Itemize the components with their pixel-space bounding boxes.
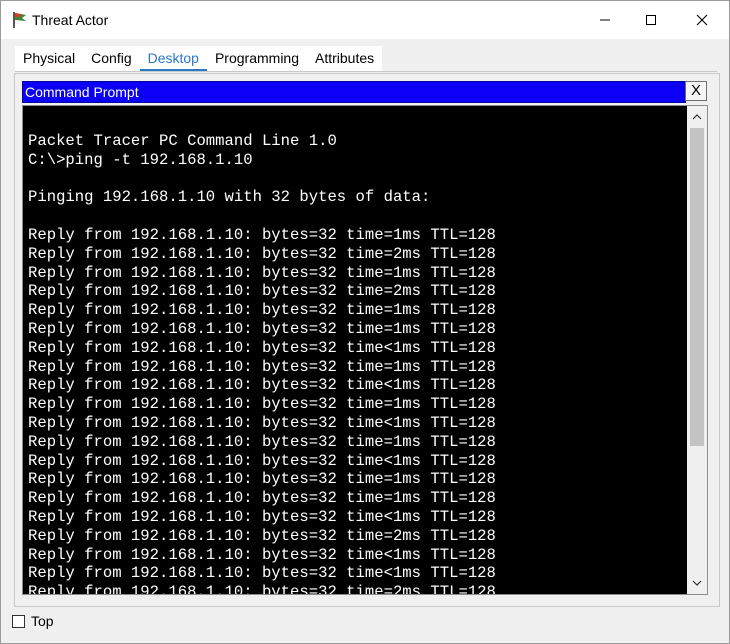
terminal-text: Packet Tracer PC Command Line 1.0 C:\>pi… — [23, 106, 687, 594]
top-checkbox[interactable] — [12, 615, 25, 628]
terminal-line: Reply from 192.168.1.10: bytes=32 time=2… — [28, 526, 496, 545]
terminal-line: Pinging 192.168.1.10 with 32 bytes of da… — [28, 188, 431, 207]
terminal-line: Reply from 192.168.1.10: bytes=32 time=2… — [28, 583, 496, 594]
terminal-line: Reply from 192.168.1.10: bytes=32 time<1… — [28, 413, 496, 432]
terminal-output[interactable]: Packet Tracer PC Command Line 1.0 C:\>pi… — [23, 106, 687, 594]
maximize-button[interactable] — [628, 1, 674, 39]
terminal-line: Reply from 192.168.1.10: bytes=32 time=1… — [28, 225, 496, 244]
terminal-line: Reply from 192.168.1.10: bytes=32 time<1… — [28, 564, 496, 583]
terminal-line: Reply from 192.168.1.10: bytes=32 time=1… — [28, 489, 496, 508]
terminal-line: Packet Tracer PC Command Line 1.0 — [28, 132, 337, 150]
terminal-line: Reply from 192.168.1.10: bytes=32 time=1… — [28, 357, 496, 376]
close-window-button[interactable] — [679, 1, 725, 39]
terminal-line: Reply from 192.168.1.10: bytes=32 time=1… — [28, 395, 496, 414]
minimize-icon — [600, 19, 610, 21]
terminal-line: Reply from 192.168.1.10: bytes=32 time=1… — [28, 432, 496, 451]
chevron-up-icon — [692, 114, 702, 120]
terminal-line: Reply from 192.168.1.10: bytes=32 time=2… — [28, 282, 496, 301]
terminal-line: C:\>ping -t 192.168.1.10 — [28, 150, 253, 169]
tab-config[interactable]: Config — [83, 46, 140, 71]
tab-programming[interactable]: Programming — [206, 46, 307, 71]
tab-attributes[interactable]: Attributes — [307, 46, 383, 71]
tab-bar: Physical Config Desktop Programming Attr… — [15, 46, 383, 72]
app-window: Threat Actor Physical Config Desktop Pro… — [0, 0, 730, 644]
terminal-line: Reply from 192.168.1.10: bytes=32 time=2… — [28, 244, 496, 263]
tab-divider — [15, 71, 717, 72]
terminal-scrollbar[interactable] — [687, 106, 707, 594]
terminal-container: Packet Tracer PC Command Line 1.0 C:\>pi… — [22, 105, 708, 595]
terminal-line: Reply from 192.168.1.10: bytes=32 time=1… — [28, 319, 496, 338]
maximize-icon — [646, 15, 656, 25]
packet-tracer-icon — [13, 12, 26, 28]
scroll-down-button[interactable] — [687, 574, 707, 592]
minimize-button[interactable] — [582, 1, 628, 39]
close-icon — [696, 14, 708, 26]
chevron-down-icon — [692, 580, 702, 586]
terminal-line: Reply from 192.168.1.10: bytes=32 time=1… — [28, 470, 496, 489]
command-prompt-close-button[interactable]: X — [685, 81, 707, 101]
terminal-line: Reply from 192.168.1.10: bytes=32 time<1… — [28, 338, 496, 357]
scroll-thumb[interactable] — [690, 128, 704, 446]
terminal-line: Reply from 192.168.1.10: bytes=32 time<1… — [28, 507, 496, 526]
terminal-line: Reply from 192.168.1.10: bytes=32 time<1… — [28, 376, 496, 395]
command-prompt-title: Command Prompt — [22, 81, 686, 103]
terminal-line: Reply from 192.168.1.10: bytes=32 time=1… — [28, 301, 496, 320]
title-bar[interactable]: Threat Actor — [1, 1, 729, 39]
scroll-up-button[interactable] — [687, 108, 707, 126]
tab-physical[interactable]: Physical — [15, 46, 84, 71]
window-title: Threat Actor — [32, 12, 109, 28]
terminal-line: Reply from 192.168.1.10: bytes=32 time=1… — [28, 263, 496, 282]
terminal-line: Reply from 192.168.1.10: bytes=32 time<1… — [28, 451, 496, 470]
top-checkbox-label: Top — [31, 613, 54, 629]
tab-desktop[interactable]: Desktop — [139, 46, 208, 72]
terminal-line: Reply from 192.168.1.10: bytes=32 time<1… — [28, 545, 496, 564]
